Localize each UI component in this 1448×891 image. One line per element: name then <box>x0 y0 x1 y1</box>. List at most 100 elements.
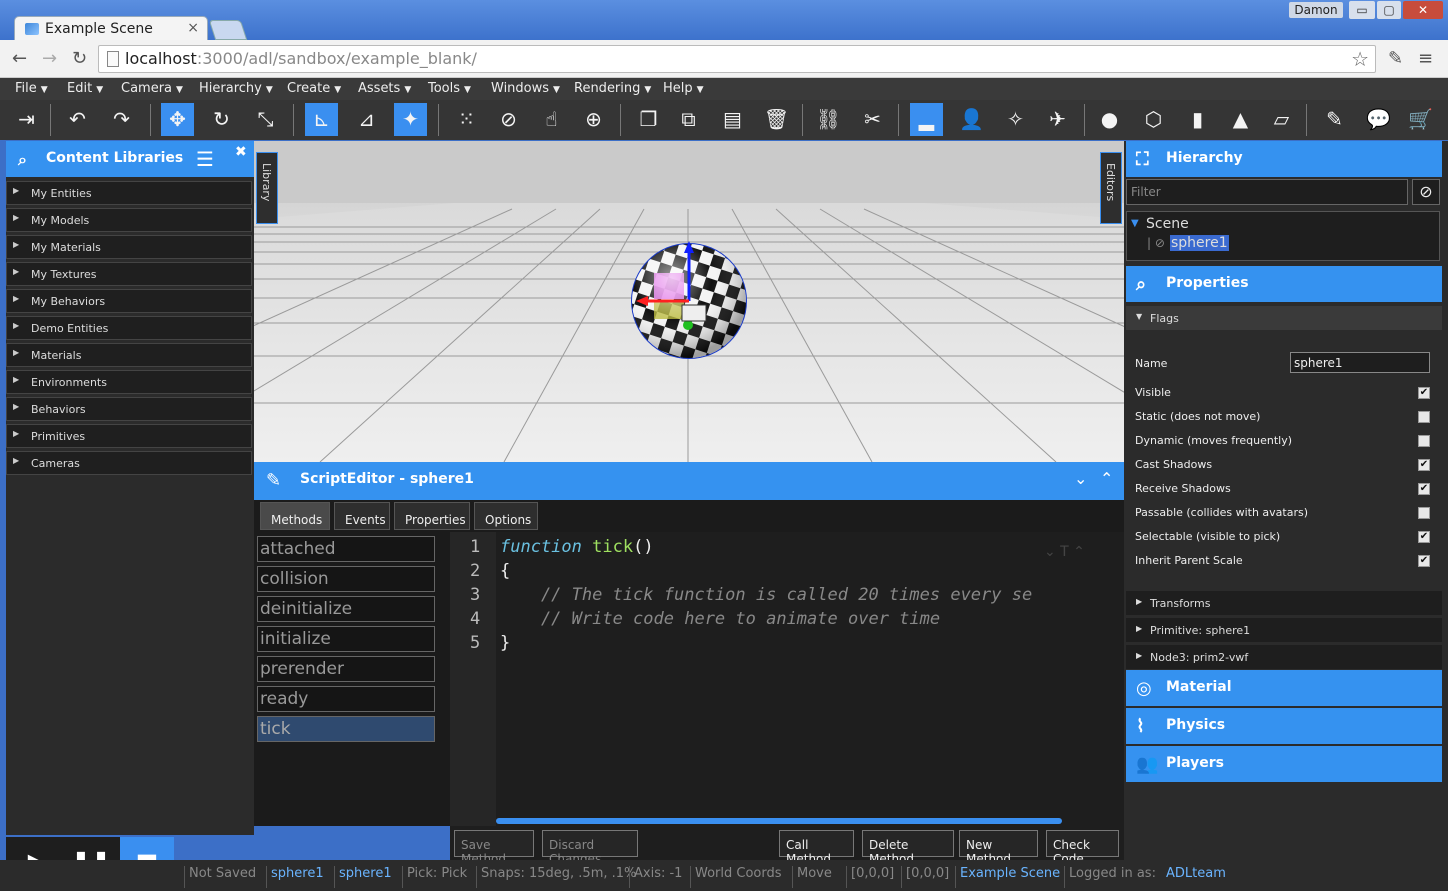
method-item[interactable]: attached <box>257 536 435 562</box>
tab-events[interactable]: Events <box>334 502 390 530</box>
new-tab-button[interactable] <box>208 20 248 40</box>
shop-icon[interactable]: 🛒 <box>1404 103 1437 136</box>
library-item[interactable]: ▶ Primitives <box>6 424 252 448</box>
clear-filter-icon[interactable]: ⊘ <box>1412 179 1440 205</box>
tab-options[interactable]: Options <box>474 502 538 530</box>
close-window-button[interactable]: ✕ <box>1403 1 1443 19</box>
cone-icon[interactable]: ▲ <box>1224 103 1257 136</box>
library-item[interactable]: ▶ My Entities <box>6 181 252 205</box>
editor-toolbar-icon[interactable]: ⌄ T ⌃ <box>1044 544 1085 560</box>
properties-header[interactable]: ⌕ Properties <box>1126 266 1442 302</box>
status-user[interactable]: ADLteam <box>1162 866 1230 888</box>
call-method-button[interactable]: Call Method <box>779 830 854 866</box>
sphere-icon[interactable]: ● <box>1093 103 1126 136</box>
material-header[interactable]: ◎ Material <box>1126 670 1442 706</box>
bookmark-star-icon[interactable]: ☆ <box>1351 47 1369 71</box>
status-selection-2[interactable]: sphere1 <box>334 866 396 888</box>
flag-checkbox[interactable] <box>1418 435 1430 447</box>
browser-user-badge[interactable]: Damon <box>1289 2 1343 18</box>
menu-tools[interactable]: Tools ▼ <box>428 81 471 96</box>
chat-icon[interactable]: 💬 <box>1362 103 1395 136</box>
library-item[interactable]: ▶ Materials <box>6 343 252 367</box>
new-method-button[interactable]: New Method <box>959 830 1038 866</box>
menu-windows[interactable]: Windows ▼ <box>491 81 560 96</box>
move-tool-icon[interactable]: ✥ <box>161 103 194 136</box>
undo-icon[interactable]: ↶ <box>61 103 94 136</box>
duplicate-icon[interactable]: ⧉ <box>672 103 705 136</box>
minimize-button[interactable]: ▭ <box>1349 1 1375 19</box>
method-item[interactable]: collision <box>257 566 435 592</box>
delete-method-button[interactable]: Delete Method <box>862 830 954 866</box>
scene-canvas[interactable] <box>254 141 1124 462</box>
menu-hierarchy[interactable]: Hierarchy ▼ <box>199 81 273 96</box>
tree-root[interactable]: Scene <box>1146 216 1189 232</box>
close-tab-icon[interactable]: × <box>187 20 199 36</box>
node3-section[interactable]: ▶ Node3: prim2-vwf <box>1126 645 1442 669</box>
reload-icon[interactable]: ↻ <box>72 48 87 69</box>
status-scene[interactable]: Example Scene <box>955 866 1064 888</box>
select-grid-icon[interactable]: ⁙ <box>450 103 483 136</box>
hierarchy-header[interactable]: ⛶ Hierarchy <box>1126 141 1442 177</box>
method-item[interactable]: initialize <box>257 626 435 652</box>
avatar-icon[interactable]: 👤 <box>955 103 988 136</box>
maximize-button[interactable]: ▢ <box>1377 1 1401 19</box>
menu-file[interactable]: File ▼ <box>15 81 48 96</box>
delete-icon[interactable]: 🗑 <box>760 103 793 136</box>
library-item[interactable]: ▶ My Behaviors <box>6 289 252 313</box>
method-item-selected[interactable]: tick <box>257 716 435 742</box>
flag-checkbox[interactable] <box>1418 507 1430 519</box>
library-item[interactable]: ▶ Cameras <box>6 451 252 475</box>
menu-create[interactable]: Create ▼ <box>287 81 341 96</box>
3d-viewport[interactable]: Library Editors <box>254 141 1124 462</box>
code-editor[interactable]: 1 2 3 4 5 function tick() { // The tick … <box>450 532 1124 826</box>
players-header[interactable]: 👥 Players <box>1126 746 1442 782</box>
library-item[interactable]: ▶ Behaviors <box>6 397 252 421</box>
list-view-icon[interactable]: ☰ <box>196 147 214 171</box>
unlink-icon[interactable]: ✂ <box>856 103 889 136</box>
cylinder-icon[interactable]: ▮ <box>1181 103 1214 136</box>
save-method-button[interactable]: Save Method <box>454 830 534 866</box>
menu-camera[interactable]: Camera ▼ <box>121 81 183 96</box>
world-axis-icon[interactable]: ⊿ <box>350 103 383 136</box>
deselect-icon[interactable]: ⊘ <box>492 103 525 136</box>
primitive-section[interactable]: ▶ Primitive: sphere1 <box>1126 618 1442 642</box>
flag-checkbox[interactable]: ✔ <box>1418 387 1430 399</box>
tab-properties[interactable]: Properties <box>394 502 470 530</box>
plane-icon[interactable]: ▱ <box>1265 103 1298 136</box>
snap-icon[interactable]: ✦ <box>394 103 427 136</box>
discard-changes-button[interactable]: Discard Changes <box>542 830 638 866</box>
target-icon[interactable]: ⊕ <box>577 103 610 136</box>
back-icon[interactable]: ← <box>12 48 27 69</box>
chevron-up-icon[interactable]: ⌃ <box>1100 469 1113 488</box>
flags-section[interactable]: ▼ Flags <box>1126 306 1442 330</box>
light-icon[interactable]: ✧ <box>999 103 1032 136</box>
flag-checkbox[interactable]: ✔ <box>1418 459 1430 471</box>
close-icon[interactable]: ✖ <box>235 144 247 160</box>
expand-icon[interactable]: ▼ <box>1131 218 1139 229</box>
library-item[interactable]: ▶ My Models <box>6 208 252 232</box>
flag-checkbox[interactable]: ✔ <box>1418 483 1430 495</box>
local-axis-icon[interactable]: ⊾ <box>305 103 338 136</box>
menu-assets[interactable]: Assets ▼ <box>358 81 411 96</box>
rotate-tool-icon[interactable]: ↻ <box>205 103 238 136</box>
tab-methods[interactable]: Methods <box>260 502 330 530</box>
redo-icon[interactable]: ↷ <box>105 103 138 136</box>
script-icon[interactable]: ✎ <box>1318 103 1351 136</box>
copy-icon[interactable]: ❐ <box>632 103 665 136</box>
library-item[interactable]: ▶ Demo Entities <box>6 316 252 340</box>
paste-icon[interactable]: ▤ <box>716 103 749 136</box>
method-item[interactable]: ready <box>257 686 435 712</box>
cube-icon[interactable]: ⬡ <box>1137 103 1170 136</box>
menu-edit[interactable]: Edit ▼ <box>67 81 103 96</box>
chevron-down-icon[interactable]: ⌄ <box>1074 469 1087 488</box>
method-item[interactable]: deinitialize <box>257 596 435 622</box>
tree-node-sphere[interactable]: sphere1 <box>1170 235 1229 251</box>
flag-checkbox[interactable]: ✔ <box>1418 531 1430 543</box>
url-input[interactable]: localhost:3000/adl/sandbox/example_blank… <box>98 45 1376 73</box>
terrain-icon[interactable]: ▂ <box>910 103 943 136</box>
transforms-section[interactable]: ▶ Transforms <box>1126 591 1442 615</box>
menu-rendering[interactable]: Rendering ▼ <box>574 81 651 96</box>
menu-help[interactable]: Help ▼ <box>663 81 704 96</box>
browser-tab[interactable]: Example Scene × <box>14 16 208 42</box>
physics-header[interactable]: ⌇ Physics <box>1126 708 1442 744</box>
